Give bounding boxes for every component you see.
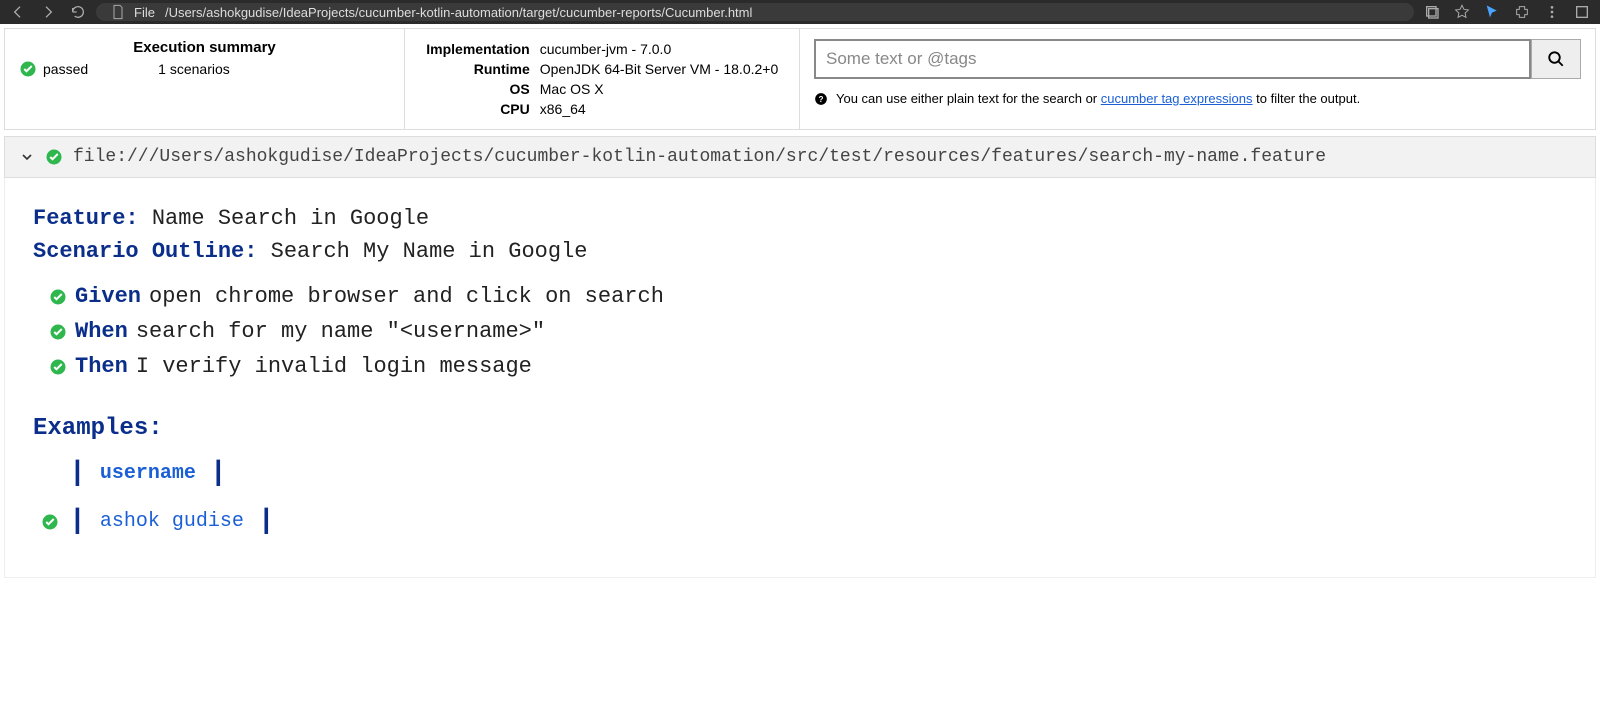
impl-label-cpu: CPU — [419, 99, 536, 119]
pipe-char: | — [67, 501, 88, 543]
examples-header-row: | username | — [39, 453, 1595, 495]
scenario-count: 1 scenarios — [158, 61, 230, 77]
step-keyword: When — [75, 315, 128, 348]
menu-dots-icon[interactable] — [1544, 4, 1560, 20]
examples-keyword: Examples: — [33, 411, 1595, 447]
examples-value: ashok gudise — [94, 507, 250, 537]
pass-icon — [41, 513, 59, 531]
execution-summary-title: Execution summary — [19, 39, 390, 56]
step-keyword: Given — [75, 280, 141, 313]
impl-value-cpu: x86_64 — [536, 99, 785, 119]
impl-label-implementation: Implementation — [419, 39, 536, 59]
pipe-char: | — [67, 453, 88, 495]
tab-overflow-icon[interactable] — [1574, 4, 1590, 20]
pipe-char: | — [208, 453, 229, 495]
impl-label-runtime: Runtime — [419, 59, 536, 79]
cursor-icon[interactable] — [1484, 4, 1500, 20]
step-keyword: Then — [75, 350, 128, 383]
execution-summary-panel: Execution summary passed 1 scenarios — [5, 29, 405, 129]
step-text: I verify invalid login message — [136, 350, 532, 383]
execution-status: passed — [19, 60, 88, 78]
search-help-link[interactable]: cucumber tag expressions — [1101, 91, 1253, 106]
summary-header: Execution summary passed 1 scenarios Imp… — [4, 28, 1596, 130]
steps-list: Given open chrome browser and click on s… — [49, 280, 1595, 383]
extension-icon[interactable] — [1514, 4, 1530, 20]
pass-icon — [49, 358, 67, 376]
address-text: /Users/ashokgudise/IdeaProjects/cucumber… — [165, 5, 752, 20]
feature-body: Feature: Name Search in Google Scenario … — [4, 178, 1596, 578]
chevron-down-icon — [19, 149, 35, 165]
feature-name: Name Search in Google — [152, 206, 429, 231]
step-text: open chrome browser and click on search — [149, 280, 664, 313]
feature-file-path: file:///Users/ashokgudise/IdeaProjects/c… — [73, 147, 1326, 167]
reload-icon[interactable] — [70, 4, 86, 20]
feature-file-header[interactable]: file:///Users/ashokgudise/IdeaProjects/c… — [4, 136, 1596, 178]
examples-section: Examples: | username | | ashok gudise | — [33, 411, 1595, 543]
step-line: When search for my name "<username>" — [49, 315, 1595, 348]
star-icon[interactable] — [1454, 4, 1470, 20]
impl-value-implementation: cucumber-jvm - 7.0.0 — [536, 39, 785, 59]
search-help-text: ? You can use either plain text for the … — [814, 91, 1581, 106]
forward-icon[interactable] — [40, 4, 56, 20]
back-icon[interactable] — [10, 4, 26, 20]
search-help-prefix: You can use either plain text for the se… — [836, 91, 1101, 106]
browser-chrome-bar: File /Users/ashokgudise/IdeaProjects/cuc… — [0, 0, 1600, 24]
search-help-suffix: to filter the output. — [1256, 91, 1360, 106]
pass-icon — [19, 60, 37, 78]
browser-right-icons — [1424, 4, 1590, 20]
search-icon — [1547, 50, 1565, 68]
search-button[interactable] — [1531, 39, 1581, 79]
search-panel: ? You can use either plain text for the … — [800, 29, 1595, 129]
step-text: search for my name "<username>" — [136, 315, 545, 348]
pass-icon — [45, 148, 63, 166]
pass-icon — [49, 288, 67, 306]
step-line: Given open chrome browser and click on s… — [49, 280, 1595, 313]
examples-data-row: | ashok gudise | — [39, 501, 1595, 543]
feature-keyword: Feature: — [33, 206, 139, 231]
impl-label-os: OS — [419, 79, 536, 99]
pass-icon — [49, 323, 67, 341]
file-icon — [110, 4, 126, 20]
address-bar[interactable]: File /Users/ashokgudise/IdeaProjects/cuc… — [96, 3, 1414, 21]
tabs-icon[interactable] — [1424, 4, 1440, 20]
status-text: passed — [43, 61, 88, 77]
pipe-char: | — [256, 501, 277, 543]
examples-table: | username | | ashok gudise | — [39, 453, 1595, 543]
browser-nav-icons — [10, 4, 86, 20]
implementation-panel: Implementation cucumber-jvm - 7.0.0 Runt… — [405, 29, 800, 129]
search-input[interactable] — [814, 39, 1531, 79]
examples-header: username — [94, 459, 202, 489]
impl-value-os: Mac OS X — [536, 79, 785, 99]
svg-text:?: ? — [819, 94, 824, 103]
scenario-name: Search My Name in Google — [271, 239, 588, 264]
scenario-keyword: Scenario Outline: — [33, 239, 257, 264]
help-icon: ? — [814, 92, 828, 106]
impl-value-runtime: OpenJDK 64-Bit Server VM - 18.0.2+0 — [536, 59, 785, 79]
step-line: Then I verify invalid login message — [49, 350, 1595, 383]
address-file-label: File — [134, 5, 155, 20]
